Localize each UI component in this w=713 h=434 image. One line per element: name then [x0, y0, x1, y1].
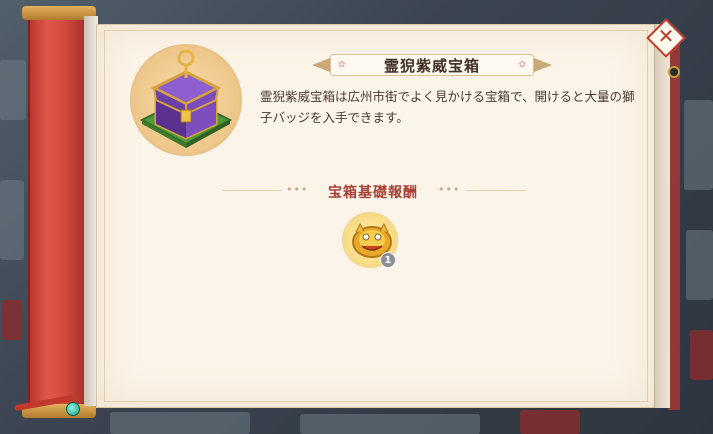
divider-dots-right: •••: [438, 183, 461, 196]
jade-bead-icon: [66, 402, 80, 416]
scroll-right-edge: [654, 24, 670, 408]
reward-count-badge: 1: [380, 252, 396, 268]
ring-ornament-icon: [668, 66, 680, 78]
divider-left: [222, 190, 282, 191]
scroll-roll: [28, 12, 90, 412]
close-icon: ✕: [657, 24, 675, 48]
banner-wing-right: [534, 58, 552, 72]
treasure-chest-icon: [139, 49, 233, 148]
chest-title: 霊猊紫威宝箱: [383, 56, 480, 75]
flower-icon: ✿: [518, 60, 526, 70]
close-button[interactable]: ✕: [646, 18, 686, 58]
divider-right: [466, 190, 526, 191]
section-title: 宝箱基礎報酬: [328, 185, 418, 201]
divider-dots-left: •••: [286, 183, 309, 196]
flower-icon: ✿: [338, 60, 346, 70]
chest-title-banner: ✿ ✿ 霊猊紫威宝箱: [312, 52, 552, 78]
chest-description: 霊猊紫威宝箱は広州市街でよく見かける宝箱で、開けると大量の獅子バッジを入手できま…: [260, 89, 635, 125]
banner-wing-left: [312, 58, 330, 72]
